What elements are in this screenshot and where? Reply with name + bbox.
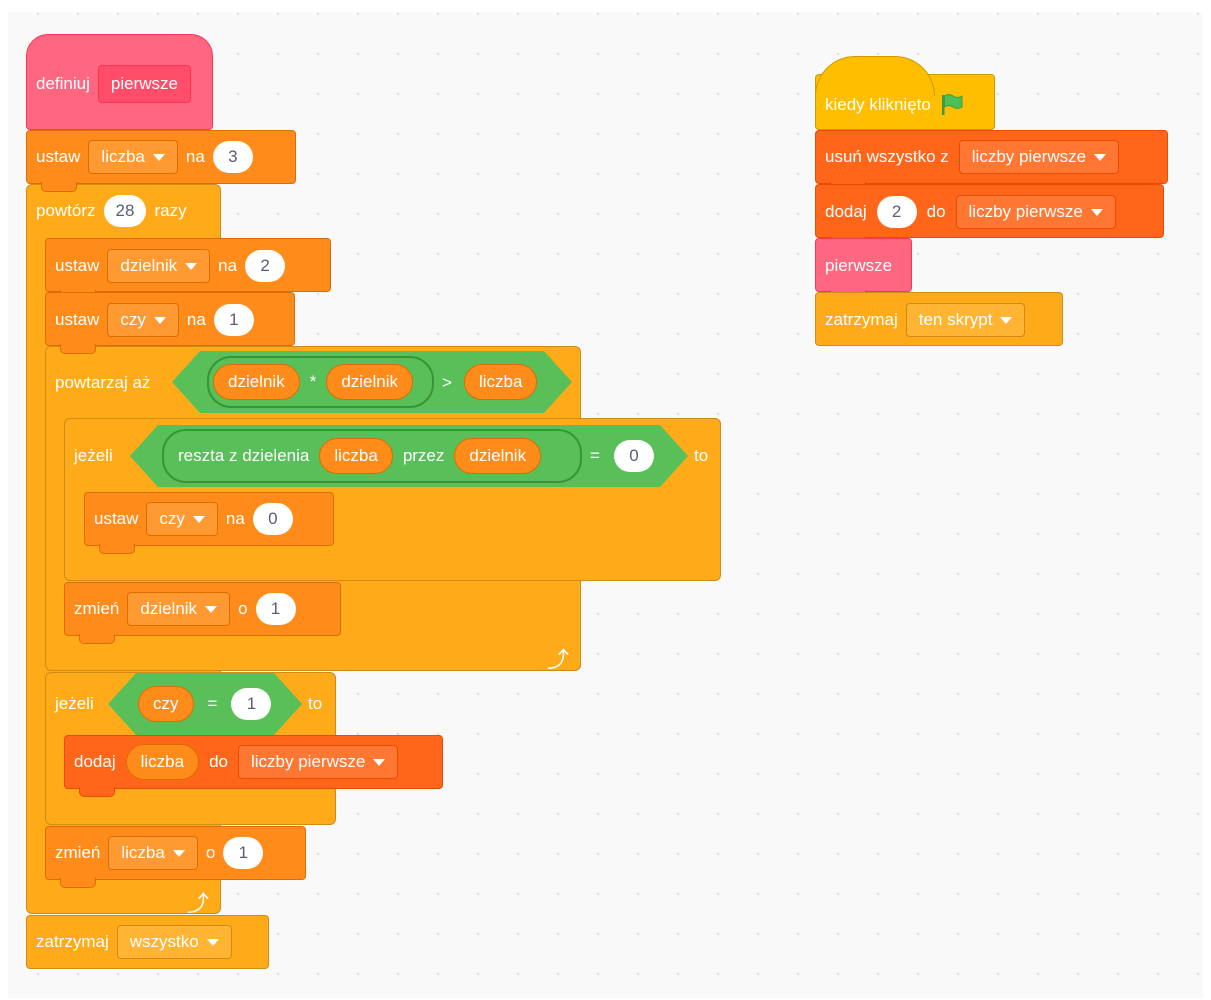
caret-down-icon	[185, 262, 198, 270]
stop-option: wszystko	[129, 932, 199, 951]
modulo-by-label: przez	[402, 446, 445, 465]
repeat-count-input[interactable]: 28	[103, 195, 147, 227]
by-label: o	[238, 599, 248, 618]
change-label: zmień	[55, 843, 101, 862]
repeat-until-label: powtarzaj aż	[55, 373, 151, 392]
list-dropdown[interactable]: liczby pierwsze	[955, 195, 1116, 229]
to-label: do	[926, 202, 946, 221]
variable-name: dzielnik	[120, 256, 178, 275]
variable-dropdown-dzielnik[interactable]: dzielnik	[107, 249, 211, 283]
caret-down-icon	[172, 849, 185, 857]
define-block-name: pierwsze	[110, 74, 178, 93]
to-label: na	[185, 147, 205, 166]
custom-block-label: pierwsze	[825, 256, 893, 275]
variable-name: czy	[159, 509, 185, 528]
loop-arrow-icon: ⤴	[547, 647, 570, 672]
caret-down-icon	[153, 316, 166, 324]
reporter-czy[interactable]: czy	[138, 686, 194, 722]
variable-name: dzielnik	[140, 599, 198, 618]
then-label: to	[308, 694, 323, 713]
value-input[interactable]: 2	[876, 196, 917, 228]
set-label: ustaw	[55, 256, 100, 275]
caret-down-icon	[205, 605, 218, 613]
define-label: definiuj	[36, 74, 90, 93]
hat-cap	[815, 56, 935, 96]
stop-option-dropdown[interactable]: wszystko	[116, 925, 232, 959]
caret-down-icon	[206, 938, 219, 946]
add-label: dodaj	[74, 752, 116, 771]
reporter-liczba[interactable]: liczba	[464, 364, 538, 400]
value-input[interactable]: 1	[213, 304, 254, 336]
stop-option: ten skrypt	[918, 310, 993, 329]
by-label: o	[205, 843, 216, 862]
define-name-slot[interactable]: pierwsze	[97, 65, 191, 103]
value-input[interactable]: 0	[252, 503, 293, 535]
stop-label: zatrzymaj	[36, 932, 109, 951]
variable-name: czy	[120, 310, 146, 329]
to-label: na	[218, 256, 238, 275]
variable-dropdown-liczba[interactable]: liczba	[108, 836, 198, 870]
stop-option-dropdown[interactable]: ten skrypt	[905, 303, 1026, 337]
value-input[interactable]: 1	[231, 688, 272, 720]
set-label: ustaw	[94, 509, 139, 528]
caret-down-icon	[192, 515, 205, 523]
variable-dropdown-czy[interactable]: czy	[107, 303, 179, 337]
add-label: dodaj	[825, 202, 867, 221]
equals-sign: =	[590, 446, 600, 465]
caret-down-icon	[373, 758, 386, 766]
value-input[interactable]: 2	[245, 250, 286, 282]
caret-down-icon	[152, 153, 165, 161]
change-label: zmień	[74, 599, 120, 618]
list-name: liczby pierwsze	[971, 147, 1087, 166]
list-name: liczby pierwsze	[968, 202, 1083, 221]
list-dropdown[interactable]: liczby pierwsze	[958, 140, 1120, 174]
modulo-label: reszta z dzielenia	[178, 446, 310, 465]
if-label: jeżeli	[55, 694, 94, 713]
greater-sign: >	[442, 373, 452, 392]
repeat-label: powtórz	[36, 201, 96, 220]
to-label: na	[186, 310, 206, 329]
reporter-liczba[interactable]: liczba	[125, 744, 200, 780]
value-input[interactable]: 0	[614, 440, 654, 472]
list-name: liczby pierwsze	[251, 752, 366, 771]
set-label: ustaw	[55, 310, 100, 329]
variable-dropdown-liczba[interactable]: liczba	[88, 140, 178, 174]
value-input[interactable]: 1	[255, 593, 296, 625]
when-flag-label: kiedy kliknięto	[825, 95, 931, 114]
value-input[interactable]: 1	[223, 837, 264, 869]
variable-dropdown-dzielnik[interactable]: dzielnik	[127, 592, 231, 626]
reporter-dzielnik[interactable]: dzielnik	[454, 438, 542, 474]
value-input[interactable]: 3	[212, 141, 253, 173]
green-flag-icon	[941, 94, 963, 115]
list-dropdown[interactable]: liczby pierwsze	[238, 745, 399, 779]
to-label: na	[225, 509, 245, 528]
caret-down-icon	[1094, 153, 1107, 161]
set-label: ustaw	[36, 147, 81, 166]
caret-down-icon	[1090, 208, 1103, 216]
equals-sign: =	[207, 694, 218, 713]
to-label: do	[209, 752, 228, 771]
reporter-dzielnik[interactable]: dzielnik	[213, 364, 300, 400]
variable-name: liczba	[121, 843, 165, 862]
repeat-suffix: razy	[154, 201, 187, 220]
multiply-sign: *	[309, 372, 317, 391]
if-label: jeżeli	[74, 446, 113, 465]
reporter-liczba[interactable]: liczba	[319, 438, 393, 474]
caret-down-icon	[1000, 316, 1013, 324]
stop-label: zatrzymaj	[825, 310, 898, 329]
variable-dropdown-czy[interactable]: czy	[146, 502, 218, 536]
loop-arrow-icon: ⤴	[187, 891, 210, 916]
variable-name: liczba	[101, 147, 145, 166]
then-label: to	[694, 446, 709, 465]
delete-all-label: usuń wszystko z	[825, 147, 949, 166]
reporter-dzielnik[interactable]: dzielnik	[326, 364, 414, 400]
